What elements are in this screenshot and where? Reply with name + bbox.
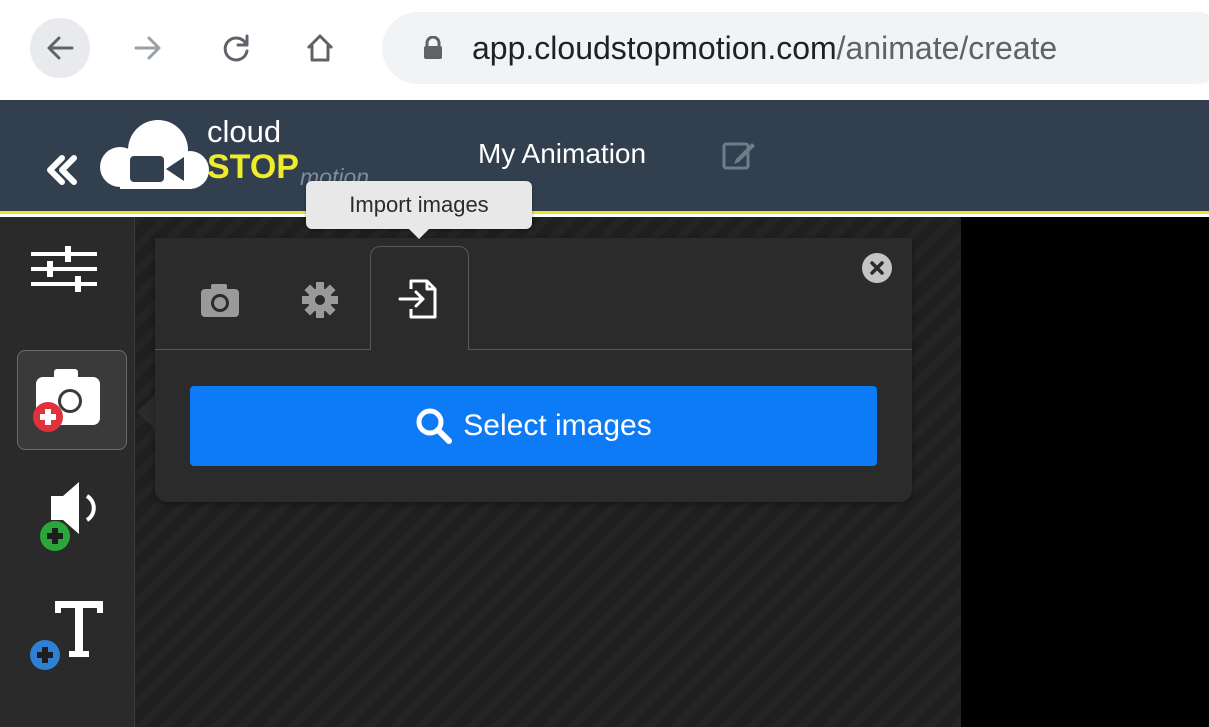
file-import-icon bbox=[398, 279, 436, 318]
camera-icon bbox=[201, 284, 239, 317]
reload-icon bbox=[223, 34, 249, 62]
edit-icon[interactable] bbox=[721, 138, 757, 172]
tab-import[interactable] bbox=[370, 246, 469, 350]
project-title[interactable]: My Animation bbox=[478, 140, 646, 168]
reload-button[interactable] bbox=[206, 18, 266, 78]
sidebar-item-add-camera[interactable] bbox=[17, 350, 127, 450]
camera-add-icon bbox=[33, 369, 100, 432]
select-images-label: Select images bbox=[463, 409, 652, 442]
import-images-tooltip: Import images bbox=[306, 181, 532, 229]
tab-divider bbox=[155, 349, 912, 350]
home-icon bbox=[306, 34, 334, 62]
tooltip-text: Import images bbox=[349, 192, 489, 217]
forward-arrow-icon bbox=[134, 36, 161, 60]
address-bar[interactable]: app.cloudstopmotion.com/animate/create bbox=[382, 12, 1209, 84]
forward-button[interactable] bbox=[118, 18, 178, 78]
browser-toolbar: app.cloudstopmotion.com/animate/create bbox=[0, 0, 1209, 100]
logo-text-cloud: cloud bbox=[207, 114, 282, 149]
tab-camera[interactable] bbox=[185, 255, 255, 345]
lock-icon bbox=[424, 36, 442, 59]
back-arrow-icon bbox=[47, 36, 74, 60]
text-add-icon bbox=[30, 601, 103, 670]
cloud-logo-icon bbox=[100, 120, 209, 189]
sliders-icon bbox=[31, 246, 97, 292]
panel-pointer bbox=[137, 395, 155, 429]
sidebar-item-add-text[interactable] bbox=[17, 585, 127, 685]
close-icon bbox=[870, 261, 884, 275]
search-icon bbox=[416, 408, 453, 444]
select-images-button[interactable]: Select images bbox=[190, 386, 877, 466]
back-button[interactable] bbox=[30, 18, 90, 78]
url-host: app.cloudstopmotion.com bbox=[472, 30, 837, 66]
tooltip-arrow bbox=[408, 228, 430, 239]
audio-add-icon bbox=[40, 482, 96, 551]
preview-area bbox=[961, 217, 1209, 727]
url-path: /animate/create bbox=[836, 30, 1058, 66]
tab-settings[interactable] bbox=[285, 255, 355, 345]
sidebar-item-settings[interactable] bbox=[17, 240, 127, 310]
close-panel-button[interactable] bbox=[862, 253, 892, 283]
sidebar-item-add-audio[interactable] bbox=[17, 470, 127, 570]
url-text: app.cloudstopmotion.com/animate/create bbox=[472, 12, 1057, 84]
logo-text-stop: STOP bbox=[207, 148, 299, 186]
home-button[interactable] bbox=[290, 18, 350, 78]
back-chevron-icon bbox=[47, 155, 77, 185]
gear-icon bbox=[302, 282, 338, 318]
